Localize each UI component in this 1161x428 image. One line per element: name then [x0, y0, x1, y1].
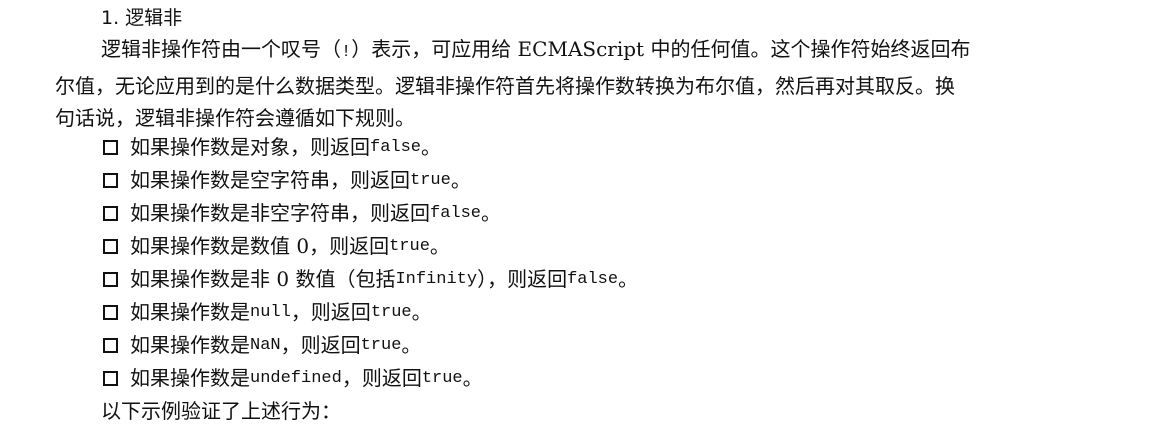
- checkbox-bullet-icon: [103, 305, 118, 320]
- checkbox-bullet-icon: [103, 338, 118, 353]
- list-item: 如果操作数是空字符串，则返回 true。: [103, 164, 638, 197]
- rule-text: 如果操作数是: [130, 300, 250, 324]
- rule-text: 。: [411, 300, 432, 324]
- rule-text: 如果操作数是对象，则返回: [130, 135, 370, 159]
- code-inline: Infinity: [395, 270, 478, 289]
- rule-text: ，则返回: [290, 300, 371, 324]
- list-item: 如果操作数是非空字符串，则返回 false。: [103, 197, 638, 230]
- code-inline: true: [389, 237, 430, 256]
- list-item: 如果操作数是对象，则返回 false。: [103, 131, 638, 164]
- list-item: 如果操作数是 NaN ，则返回 true。: [103, 329, 638, 362]
- code-inline: false: [567, 270, 619, 289]
- intro-paragraph: 逻辑非操作符由一个叹号（!）表示，可应用给 ECMAScript 中的任何值。这…: [55, 33, 1055, 135]
- footer-text: 以下示例验证了上述行为：: [101, 399, 341, 423]
- checkbox-bullet-icon: [103, 272, 118, 287]
- code-inline: null: [250, 303, 291, 322]
- list-item: 如果操作数是非 0 数值（包括 Infinity ），则返回 false。: [103, 263, 638, 296]
- rule-text: 。: [450, 168, 471, 192]
- rule-text: 如果操作数是: [130, 366, 250, 390]
- code-inline: undefined: [250, 369, 342, 388]
- rule-text: ），则返回: [477, 267, 568, 291]
- rule-text: 如果操作数是: [130, 333, 250, 357]
- code-inline: !: [341, 43, 352, 62]
- checkbox-bullet-icon: [103, 140, 118, 155]
- document-page: 1. 逻辑非 逻辑非操作符由一个叹号（!）表示，可应用给 ECMAScript …: [0, 0, 1161, 428]
- section-heading: 1. 逻辑非: [101, 7, 183, 29]
- list-item: 如果操作数是数值 0，则返回 true。: [103, 230, 638, 263]
- checkbox-bullet-icon: [103, 206, 118, 221]
- rule-text: 。: [421, 135, 442, 159]
- rule-text: ，则返回: [280, 333, 361, 357]
- rule-text: 。: [401, 333, 422, 357]
- intro-text: 逻辑非操作符由一个叹号（: [101, 37, 341, 61]
- code-inline: false: [370, 138, 422, 157]
- rule-text: 。: [462, 366, 483, 390]
- checkbox-bullet-icon: [103, 371, 118, 386]
- rule-text: ，则返回: [341, 366, 422, 390]
- rules-list: 如果操作数是对象，则返回 false。 如果操作数是空字符串，则返回 true。…: [103, 131, 638, 395]
- intro-line-3: 句话说，逻辑非操作符会遵循如下规则。: [55, 106, 415, 130]
- rule-text: 如果操作数是非 0 数值（包括: [130, 267, 396, 291]
- intro-line-1: 逻辑非操作符由一个叹号（!）表示，可应用给 ECMAScript 中的任何值。这…: [55, 33, 1055, 70]
- rule-text: 如果操作数是空字符串，则返回: [130, 168, 410, 192]
- code-inline: true: [370, 303, 412, 322]
- rule-text: 如果操作数是非空字符串，则返回: [130, 201, 430, 225]
- checkbox-bullet-icon: [103, 239, 118, 254]
- list-item: 如果操作数是 null ，则返回 true。: [103, 296, 638, 329]
- rule-text: 。: [618, 267, 639, 291]
- rule-text: 如果操作数是数值 0，则返回: [130, 234, 390, 258]
- code-inline: false: [430, 204, 482, 223]
- intro-text: ）表示，可应用给 ECMAScript 中的任何值。这个操作符始终返回布: [351, 37, 971, 61]
- code-inline: NaN: [250, 336, 281, 355]
- code-inline: true: [360, 336, 402, 355]
- rule-text: 。: [429, 234, 450, 258]
- checkbox-bullet-icon: [103, 173, 118, 188]
- list-item: 如果操作数是 undefined ，则返回 true。: [103, 362, 638, 395]
- code-inline: true: [421, 369, 463, 388]
- rule-text: 。: [481, 201, 502, 225]
- intro-line-2: 尔值，无论应用到的是什么数据类型。逻辑非操作符首先将操作数转换为布尔值，然后再对…: [55, 73, 955, 98]
- code-inline: true: [410, 171, 451, 190]
